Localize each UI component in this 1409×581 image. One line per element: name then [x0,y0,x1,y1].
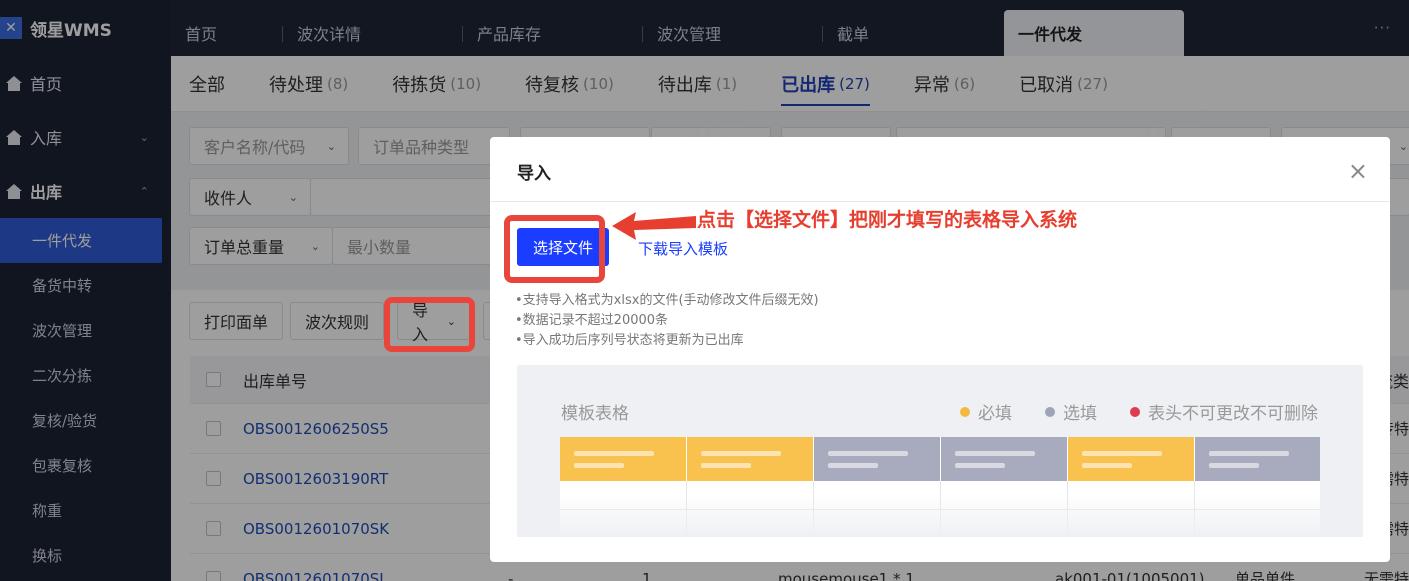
divider [490,201,1390,202]
legend-label: 选填 [1063,404,1097,424]
template-col-required [687,437,813,481]
import-note: •数据记录不超过20000条 [515,313,669,328]
template-col-optional [1195,437,1320,481]
legend-optional: 选填 [1045,399,1097,424]
template-col-optional [941,437,1067,481]
placeholder-bar [701,463,751,468]
template-title: 模板表格 [561,404,629,424]
placeholder-bar [574,451,654,456]
import-button-highlight [384,297,475,352]
fixed-header-dot-icon [1130,406,1140,417]
annotation-arrow-icon [612,212,696,240]
select-file-highlight [504,215,605,283]
placeholder-bar [1082,451,1162,456]
placeholder-bar [955,463,1005,468]
template-col-required [560,437,686,481]
legend-label: 表头不可更改不可删除 [1148,404,1318,424]
template-preview: 模板表格 必填 选填 表头不可更改不可删除 [517,365,1363,537]
import-note: •支持导入格式为xlsx的文件(手动修改文件后缀无效) [515,293,819,308]
dialog-title: 导入 [517,164,551,184]
close-icon[interactable]: × [1348,157,1368,185]
import-dialog: 导入 × 选择文件 下载导入模板 •支持导入格式为xlsx的文件(手动修改文件后… [490,137,1390,562]
template-col-optional [814,437,940,481]
placeholder-bar [828,451,908,456]
template-col-required [1068,437,1194,481]
placeholder-bar [574,463,624,468]
placeholder-bar [1209,451,1289,456]
legend-fixed-header: 表头不可更改不可删除 [1130,399,1318,424]
required-dot-icon [960,406,970,417]
legend-required: 必填 [960,399,1012,424]
placeholder-bar [701,451,781,456]
placeholder-bar [955,451,1035,456]
placeholder-bar [1082,463,1132,468]
download-template-link[interactable]: 下载导入模板 [638,238,728,259]
import-note: •导入成功后序列号状态将更新为已出库 [515,333,744,348]
legend-label: 必填 [978,404,1012,424]
placeholder-bar [828,463,878,468]
optional-dot-icon [1045,406,1055,417]
annotation-text: 点击【选择文件】把刚才填写的表格导入系统 [697,209,1078,231]
fade-overlay [517,495,1363,537]
placeholder-bar [1209,463,1259,468]
